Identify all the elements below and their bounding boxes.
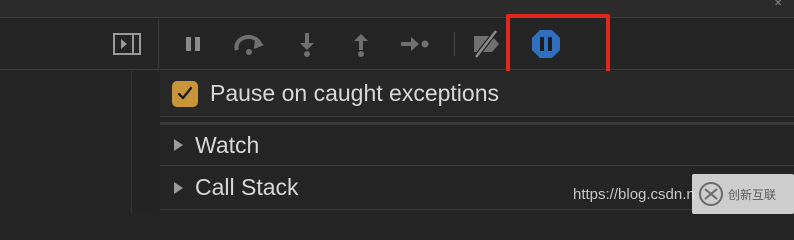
watch-section-header[interactable]: Watch xyxy=(160,122,794,166)
step-over-button[interactable] xyxy=(232,30,268,58)
sources-navigator-pane xyxy=(0,18,159,214)
step-into-button[interactable] xyxy=(292,30,322,58)
close-icon[interactable]: ✕ xyxy=(774,0,788,9)
deactivate-breakpoints-icon xyxy=(474,30,499,58)
toggle-sidebar-button[interactable] xyxy=(112,32,142,56)
navigator-scrollbar[interactable] xyxy=(131,71,159,214)
step-over-icon xyxy=(234,34,264,55)
window-top-bar: ✕ xyxy=(0,0,794,18)
expand-triangle-icon xyxy=(174,181,183,194)
pause-on-caught-row[interactable]: Pause on caught exceptions xyxy=(160,71,794,117)
call-stack-label: Call Stack xyxy=(195,174,299,200)
highlight-box xyxy=(506,14,610,75)
pause-script-button[interactable] xyxy=(178,30,208,58)
watermark-logo-text: 创新互联 xyxy=(728,187,777,202)
step-button[interactable] xyxy=(398,30,432,58)
watermark-logo: 创新互联 xyxy=(692,174,794,214)
pause-icon xyxy=(186,37,200,51)
toolbar-divider xyxy=(454,32,455,56)
step-into-icon xyxy=(300,33,314,57)
sidebar-toggle-icon xyxy=(113,33,141,55)
deactivate-breakpoints-button[interactable] xyxy=(468,30,504,58)
expand-triangle-icon xyxy=(174,139,183,151)
navigator-toolbar xyxy=(0,18,159,70)
step-out-button[interactable] xyxy=(346,30,376,58)
debugger-toolbar xyxy=(160,14,794,75)
watch-label: Watch xyxy=(195,131,260,158)
brand-logo-icon xyxy=(699,182,723,206)
step-icon xyxy=(401,37,429,51)
pause-on-caught-checkbox[interactable] xyxy=(172,80,198,107)
pause-on-caught-label: Pause on caught exceptions xyxy=(210,80,499,106)
step-out-icon xyxy=(354,34,368,57)
watermark-url: https://blog.csdn.n xyxy=(573,186,695,203)
checkmark-icon xyxy=(177,86,193,99)
